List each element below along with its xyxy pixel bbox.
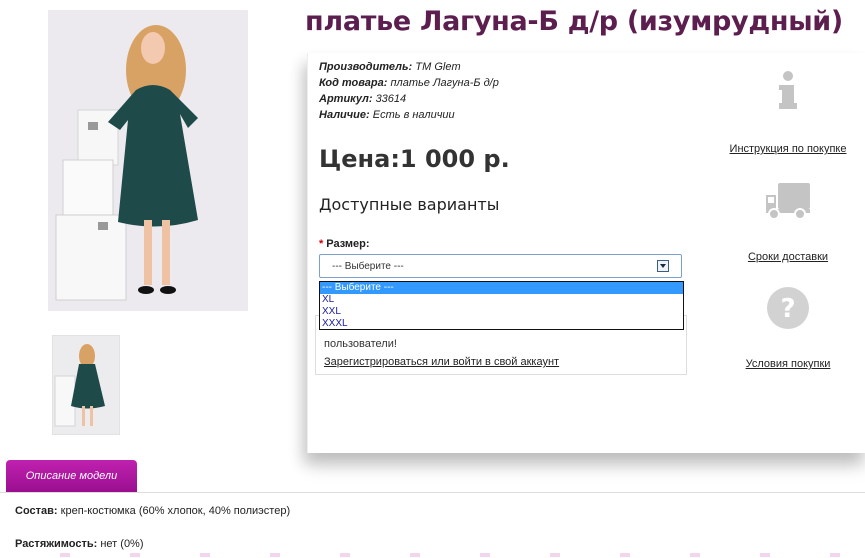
required-marker: * xyxy=(319,238,324,250)
meta-label: Производитель: xyxy=(319,61,413,73)
meta-label: Код товара: xyxy=(319,77,388,89)
notice-text: пользователи! xyxy=(324,338,397,350)
size-option[interactable]: --- Выберите --- xyxy=(320,282,683,294)
meta-value: ТМ Glem xyxy=(415,61,461,73)
size-option[interactable]: XL xyxy=(320,294,683,306)
description-content: Состав: креп-костюмка (60% хлопок, 40% п… xyxy=(0,492,865,558)
stretch-line: Растяжимость: нет (0%) xyxy=(15,538,144,550)
stretch-label: Растяжимость: xyxy=(15,538,98,550)
purchase-instructions-link[interactable]: Инструкция по покупке xyxy=(710,143,865,155)
size-label: * Размер: xyxy=(319,238,370,250)
delivery-terms-link[interactable]: Сроки доставки xyxy=(710,251,865,263)
stretch-value: нет (0%) xyxy=(100,538,144,550)
variants-heading: Доступные варианты xyxy=(319,195,500,214)
composition-label: Состав: xyxy=(15,505,58,517)
meta-label: Артикул: xyxy=(319,93,373,105)
login-register-link[interactable]: Зарегистрироваться или войти в свой акка… xyxy=(324,356,559,368)
size-option[interactable]: XXXL xyxy=(320,318,683,330)
product-title: платье Лагуна-Б д/р (изумрудный) xyxy=(305,6,843,37)
purchase-instructions[interactable]: Инструкция по покупке xyxy=(710,71,865,155)
size-select-value: --- Выберите --- xyxy=(332,261,404,272)
meta-label: Наличие: xyxy=(319,109,370,121)
product-info-panel: Производитель: ТМ Glem Код товара: плать… xyxy=(307,53,865,453)
size-option[interactable]: XXL xyxy=(320,306,683,318)
truck-icon xyxy=(766,183,810,220)
product-main-image[interactable] xyxy=(48,10,248,311)
bottom-decor-strip xyxy=(0,553,865,557)
question-icon: ? xyxy=(767,287,809,329)
size-dropdown-list[interactable]: --- Выберите --- XL XXL XXXL xyxy=(319,281,684,330)
tab-description[interactable]: Описание модели xyxy=(6,460,137,492)
composition-line: Состав: креп-костюмка (60% хлопок, 40% п… xyxy=(15,505,290,517)
product-thumbnail[interactable] xyxy=(52,335,120,435)
delivery-terms[interactable]: Сроки доставки xyxy=(710,181,865,263)
meta-value: платье Лагуна-Б д/р xyxy=(390,77,499,89)
meta-value: Есть в наличии xyxy=(372,109,455,121)
size-label-text: Размер: xyxy=(326,238,370,250)
size-select[interactable]: --- Выберите --- xyxy=(319,254,682,278)
product-photo-illustration xyxy=(48,10,248,311)
product-meta: Производитель: ТМ Glem Код товара: плать… xyxy=(319,59,499,123)
thumbnail-illustration xyxy=(53,336,119,434)
meta-value: 33614 xyxy=(375,93,407,105)
chevron-down-icon[interactable] xyxy=(657,260,669,272)
meta-article: Артикул: 33614 xyxy=(319,91,499,107)
purchase-conditions-link[interactable]: Условия покупки xyxy=(710,358,865,370)
meta-manufacturer: Производитель: ТМ Glem xyxy=(319,59,499,75)
meta-product-code: Код товара: платье Лагуна-Б д/р xyxy=(319,75,499,91)
meta-availability: Наличие: Есть в наличии xyxy=(319,107,499,123)
svg-text:?: ? xyxy=(780,294,795,324)
composition-value: креп-костюмка (60% хлопок, 40% полиэстер… xyxy=(60,505,291,517)
purchase-conditions[interactable]: ? Условия покупки xyxy=(710,285,865,370)
info-icon xyxy=(779,71,797,109)
product-price: Цена:1 000 р. xyxy=(319,145,510,173)
